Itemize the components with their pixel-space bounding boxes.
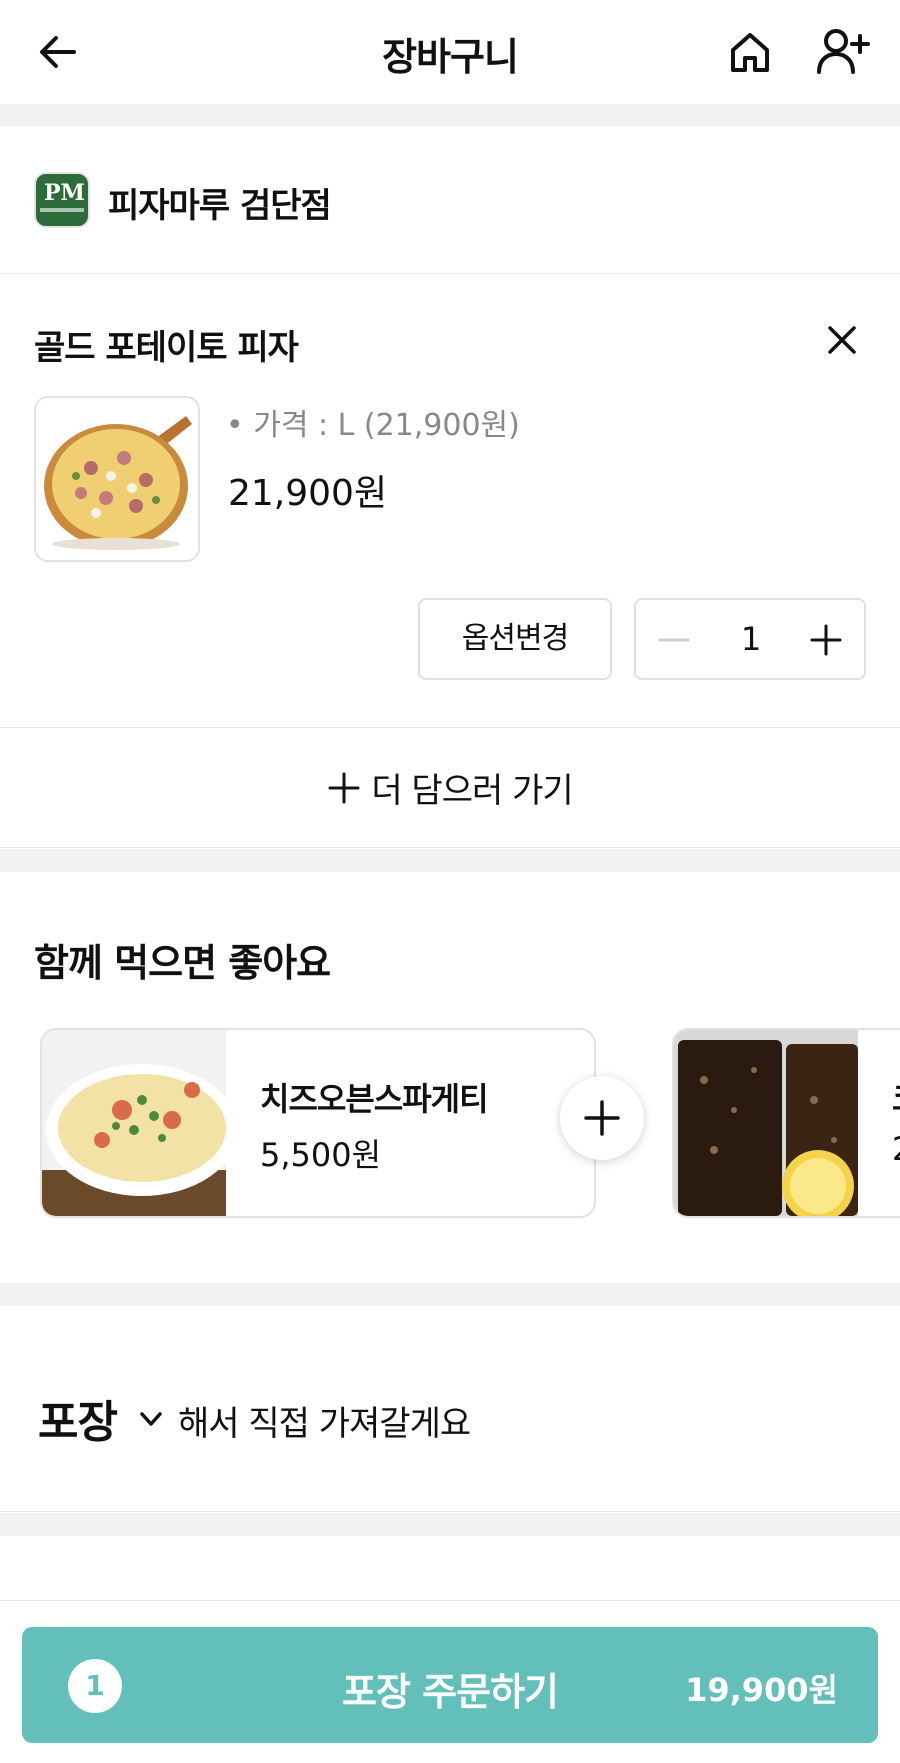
recommendation-card[interactable]: 치즈오븐스파게티 5,500원 <box>40 1028 596 1218</box>
cart-item-image <box>34 396 200 562</box>
section-divider <box>0 1283 900 1306</box>
pizza-image <box>36 398 198 560</box>
store-name: 피자마루 검단점 <box>108 186 332 226</box>
quantity-value: 1 <box>740 620 762 658</box>
chevron-down-icon[interactable] <box>136 1404 166 1434</box>
store-logo-text: PM <box>44 180 85 206</box>
top-nav-bar: 장바구니 <box>0 0 900 104</box>
add-more-label: 더 담으러 가기 <box>371 771 573 811</box>
recommendation-price: 5,500원 <box>260 1136 382 1174</box>
order-button[interactable]: 1 포장 주문하기 19,900원 <box>22 1627 878 1743</box>
recommendation-name: 코 <box>892 1074 900 1120</box>
minus-icon[interactable] <box>656 622 692 658</box>
cart-item-option: • 가격 : L (21,900원) <box>226 408 520 443</box>
bottom-order-bar: 1 포장 주문하기 19,900원 <box>0 1600 900 1763</box>
cart-item: 골드 포테이토 피자 • 가격 : L (21,900원) 21,900원 옵션… <box>0 274 900 728</box>
change-option-button[interactable]: 옵션변경 <box>418 598 612 680</box>
cart-item-name: 골드 포테이토 피자 <box>34 328 299 368</box>
order-total-price: 19,900원 <box>685 1671 838 1709</box>
home-icon[interactable] <box>726 28 774 76</box>
recommendation-card[interactable]: 코 2 <box>672 1028 900 1218</box>
store-logo: PM <box>34 172 90 228</box>
order-type-description: 해서 직접 가져갈게요 <box>178 1404 471 1444</box>
order-type-section: 포장 해서 직접 가져갈게요 <box>0 1306 900 1512</box>
recommendation-price: 2 <box>892 1130 900 1168</box>
section-divider <box>0 1513 900 1536</box>
add-friend-icon[interactable] <box>816 26 872 76</box>
section-divider <box>0 104 900 126</box>
spaghetti-image <box>42 1030 226 1216</box>
add-recommendation-button[interactable] <box>560 1076 644 1160</box>
quantity-stepper: 1 <box>634 598 866 680</box>
recommendation-name: 치즈오븐스파게티 <box>260 1080 489 1118</box>
cart-item-price: 21,900원 <box>228 473 388 514</box>
recommendation-section: 함께 먹으면 좋아요 치즈오븐스파게티 5,500원 <box>0 872 900 1282</box>
store-row[interactable]: PM 피자마루 검단점 <box>0 126 900 274</box>
order-type-selector[interactable]: 포장 <box>38 1386 118 1450</box>
store-logo-underline <box>40 208 84 212</box>
plus-icon[interactable] <box>808 622 844 658</box>
recommendation-title: 함께 먹으면 좋아요 <box>34 941 331 985</box>
plus-icon <box>328 772 360 803</box>
add-more-button[interactable]: 더 담으러 가기 <box>0 728 900 848</box>
remove-item-close-icon[interactable] <box>822 320 862 360</box>
cola-image <box>674 1030 858 1216</box>
section-divider <box>0 849 900 872</box>
plus-icon <box>584 1100 620 1136</box>
